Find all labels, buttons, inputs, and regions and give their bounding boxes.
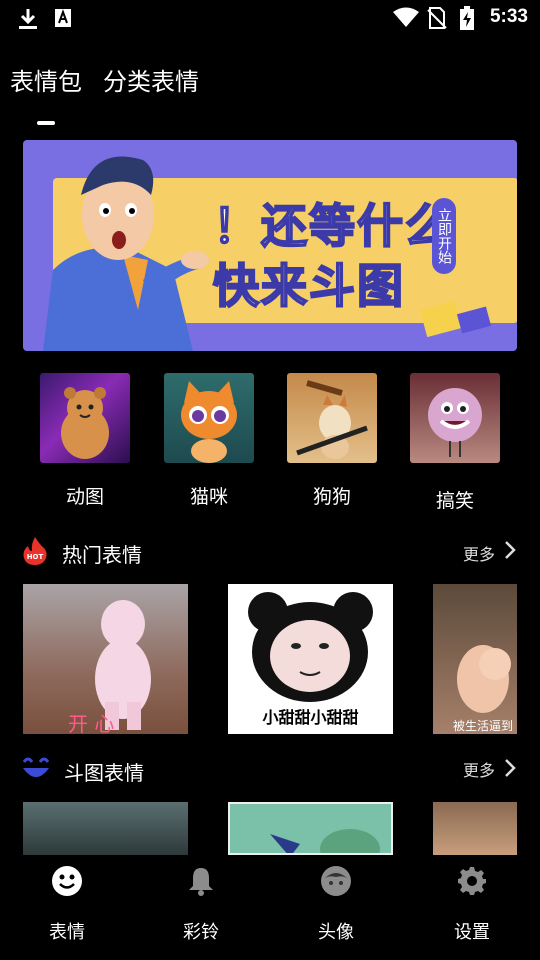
wifi-icon (393, 7, 419, 27)
banner-start-tag[interactable]: 立即开始 (432, 198, 456, 274)
no-sim-icon (427, 7, 447, 29)
a-keyboard-icon (55, 9, 71, 27)
category-image-dog[interactable] (287, 373, 377, 463)
nav-emoji-label: 表情 (49, 922, 85, 943)
tab-emoji-pack[interactable]: 表情包 (10, 62, 82, 97)
hot-thumb-3-caption: 被生活逼到 (453, 719, 514, 733)
cat-character-icon (181, 381, 237, 463)
tab-category-emoji[interactable]: 分类表情 (103, 62, 199, 97)
hot-flame-icon: HOT (23, 537, 47, 565)
status-time: 5:33 (489, 6, 528, 27)
svg-text:HOT: HOT (27, 553, 44, 561)
category-image-animated[interactable] (40, 373, 130, 463)
hot-section-title: 热门表情 (62, 543, 142, 567)
nav-avatar[interactable]: 头像 (286, 855, 386, 960)
bear-character-icon (61, 387, 109, 459)
download-icon (19, 9, 37, 29)
category-label-funny[interactable]: 搞笑 (410, 486, 500, 513)
promo-banner[interactable]: ！还等什么 快来斗图 立即开始 (23, 140, 517, 351)
tab-indicator (37, 121, 55, 125)
banner-line-1: ！还等什么 (212, 198, 453, 254)
cartoon-squidward-image (270, 829, 380, 853)
nav-settings-label: 设置 (454, 922, 490, 943)
hot-more-link[interactable]: 更多 (463, 541, 495, 565)
smiley-icon (52, 866, 82, 896)
category-image-funny[interactable] (410, 373, 500, 463)
nav-settings[interactable]: 设置 (422, 855, 522, 960)
battle-more-link[interactable]: 更多 (463, 757, 495, 781)
hot-thumb-2[interactable]: 小甜甜小甜甜 (228, 584, 393, 734)
category-label-animated[interactable]: 动图 (40, 482, 130, 509)
nav-avatar-label: 头像 (318, 922, 354, 943)
nav-ringtone-label: 彩铃 (183, 922, 219, 943)
baby-lifted-image (457, 645, 511, 713)
hot-thumb-3[interactable]: 被生活逼到 (433, 584, 517, 734)
nav-ringtone[interactable]: 彩铃 (151, 855, 251, 960)
battle-thumb-1[interactable] (23, 802, 188, 855)
hot-thumb-1[interactable]: 开 心 (23, 584, 188, 734)
bottom-nav: 表情 彩铃 头像 设置 (0, 855, 540, 960)
battle-section-title: 斗图表情 (64, 761, 144, 785)
chevron-right-icon[interactable] (503, 758, 517, 778)
chevron-right-icon[interactable] (503, 540, 517, 560)
status-bar: 5:33 (0, 0, 540, 36)
category-image-cat[interactable] (164, 373, 254, 463)
banner-line-2: 快来斗图 (212, 258, 405, 314)
nav-emoji[interactable]: 表情 (17, 855, 117, 960)
fluffy-monster-icon (428, 388, 482, 457)
hot-thumb-1-caption: 开 心 (68, 712, 115, 734)
gear-icon (458, 867, 486, 895)
battle-thumb-3[interactable] (433, 802, 517, 855)
avatar-icon (321, 866, 351, 896)
battle-thumb-2[interactable] (228, 802, 393, 855)
smile-face-icon (22, 757, 50, 777)
category-label-cat[interactable]: 猫咪 (164, 482, 254, 509)
bell-icon (189, 868, 213, 896)
hot-thumb-2-caption: 小甜甜小甜甜 (262, 708, 359, 727)
dog-character-icon (296, 380, 368, 459)
category-label-dog[interactable]: 狗狗 (287, 482, 377, 509)
battery-charging-icon (460, 6, 474, 30)
